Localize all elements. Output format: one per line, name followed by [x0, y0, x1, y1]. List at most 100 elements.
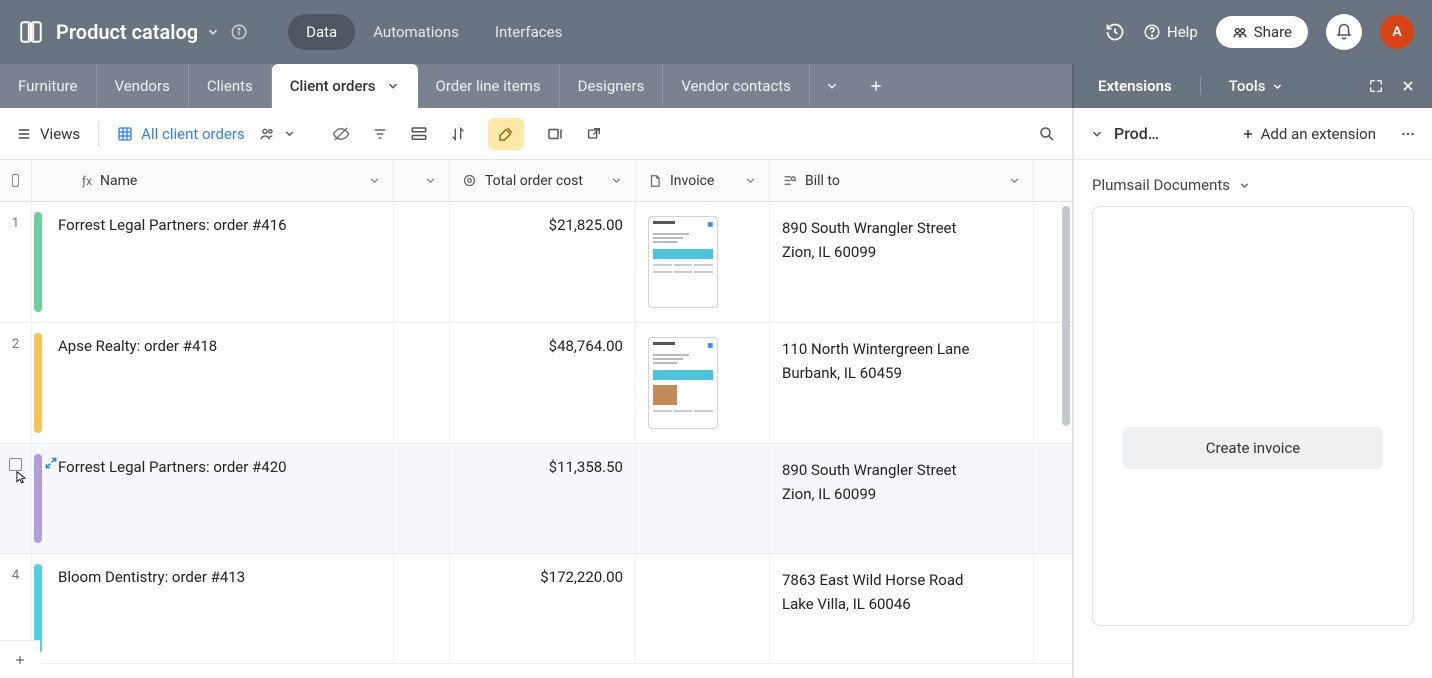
close-icon[interactable]	[1400, 78, 1416, 94]
tools-label: Tools	[1229, 77, 1266, 95]
cell-invoice[interactable]	[636, 444, 770, 553]
table-tab-vendor-contacts[interactable]: Vendor contacts	[663, 64, 810, 108]
cell-cost[interactable]: $172,220.00	[450, 554, 636, 663]
column-label: Name	[100, 173, 137, 189]
cell-billto[interactable]: 890 South Wrangler Street Zion, IL 60099	[770, 202, 1034, 322]
bill-line-1: 890 South Wrangler Street	[782, 458, 1021, 482]
more-icon[interactable]	[1400, 126, 1416, 142]
cell-spacer[interactable]	[394, 323, 450, 443]
column-collapsed[interactable]	[394, 160, 450, 201]
table-tab-client-orders[interactable]: Client orders	[272, 64, 418, 108]
cell-name[interactable]: Forrest Legal Partners: order #416	[46, 202, 394, 322]
share-view-icon[interactable]	[586, 126, 602, 142]
cell-name[interactable]: Forrest Legal Partners: order #420	[46, 444, 394, 553]
row-color-bar	[34, 333, 42, 433]
base-title[interactable]: Product catalog	[56, 20, 198, 44]
search-icon[interactable]	[1038, 125, 1056, 143]
table-tab-furniture[interactable]: Furniture	[0, 64, 97, 108]
table-tab-clients[interactable]: Clients	[189, 64, 272, 108]
cell-invoice[interactable]: ▣	[636, 202, 770, 322]
row-height-icon[interactable]	[546, 125, 564, 143]
filter-icon[interactable]	[372, 126, 388, 142]
column-billto[interactable]: Bill to	[770, 160, 1034, 201]
top-tabs: Data Automations Interfaces	[288, 14, 580, 50]
color-icon[interactable]	[488, 118, 524, 150]
row-color-bar	[34, 212, 42, 312]
invoice-thumbnail[interactable]: ▣	[648, 216, 718, 308]
table-tab-designers[interactable]: Designers	[560, 64, 664, 108]
collapse-icon[interactable]	[1090, 127, 1104, 141]
cell-invoice[interactable]	[636, 554, 770, 663]
table-tab-vendors[interactable]: Vendors	[97, 64, 189, 108]
info-icon[interactable]	[230, 23, 248, 41]
row-checkbox[interactable]	[0, 444, 32, 553]
toolbar-icons	[332, 118, 602, 150]
base-chevron-icon[interactable]	[206, 25, 220, 39]
cell-billto[interactable]: 110 North Wintergreen Lane Burbank, IL 6…	[770, 323, 1034, 443]
extensions-tab[interactable]: Extensions	[1090, 77, 1180, 95]
sort-icon[interactable]	[450, 126, 466, 142]
chevron-down-icon[interactable]	[744, 174, 757, 187]
cell-name[interactable]: Bloom Dentistry: order #413	[46, 554, 394, 663]
cell-billto[interactable]: 890 South Wrangler Street Zion, IL 60099	[770, 444, 1034, 553]
chevron-down-icon	[386, 79, 400, 93]
avatar[interactable]: A	[1380, 15, 1414, 49]
invoice-thumbnail[interactable]: ▣	[648, 337, 718, 429]
extensions-panel: Prod… Add an extension Plumsail Document…	[1072, 108, 1432, 678]
create-invoice-button[interactable]: Create invoice	[1123, 427, 1383, 469]
hide-fields-icon[interactable]	[332, 125, 350, 143]
extensions-header: Extensions Tools	[1072, 64, 1432, 108]
bill-line-2: Zion, IL 60099	[782, 240, 1021, 264]
expand-record-icon[interactable]	[44, 456, 58, 470]
group-icon[interactable]	[410, 125, 428, 143]
extension-name-dropdown[interactable]: Plumsail Documents	[1092, 176, 1414, 194]
chevron-down-icon[interactable]	[610, 174, 623, 187]
cell-billto[interactable]: 7863 East Wild Horse Road Lake Villa, IL…	[770, 554, 1034, 663]
tables-overflow-button[interactable]	[810, 64, 854, 108]
lookup-icon	[782, 173, 797, 188]
view-picker[interactable]: All client orders	[117, 125, 296, 143]
chevron-down-icon[interactable]	[368, 174, 381, 187]
cell-spacer[interactable]	[394, 444, 450, 553]
view-name: All client orders	[141, 125, 245, 143]
tools-tab[interactable]: Tools	[1221, 77, 1293, 95]
cell-spacer[interactable]	[394, 202, 450, 322]
cell-spacer[interactable]	[394, 554, 450, 663]
book-icon	[18, 19, 44, 45]
chevron-down-icon[interactable]	[424, 174, 437, 187]
tab-interfaces[interactable]: Interfaces	[477, 14, 580, 50]
row-number[interactable]: 2	[0, 323, 32, 443]
cell-cost[interactable]: $48,764.00	[450, 323, 636, 443]
column-invoice[interactable]: Invoice	[636, 160, 770, 201]
cell-invoice[interactable]: ▣	[636, 323, 770, 443]
extension-card: Create invoice	[1092, 206, 1414, 626]
table-tab-order-line-items[interactable]: Order line items	[418, 64, 560, 108]
help-button[interactable]: Help	[1143, 23, 1198, 41]
tab-data[interactable]: Data	[288, 14, 355, 50]
column-headers: ƒx Name Total order cost	[0, 160, 1072, 202]
panel-title[interactable]: Prod…	[1114, 124, 1159, 143]
cell-cost[interactable]: $11,358.50	[450, 444, 636, 553]
tab-automations[interactable]: Automations	[355, 14, 477, 50]
history-icon[interactable]	[1105, 22, 1125, 42]
table-row[interactable]: 1 Forrest Legal Partners: order #416 $21…	[0, 202, 1072, 323]
table-row[interactable]: 4 Bloom Dentistry: order #413 $172,220.0…	[0, 554, 1072, 664]
table-row[interactable]: 2 Apse Realty: order #418 $48,764.00 ▣ 1…	[0, 323, 1072, 444]
chevron-down-icon	[283, 127, 296, 140]
chevron-down-icon[interactable]	[1008, 174, 1021, 187]
expand-icon[interactable]	[1368, 78, 1384, 94]
column-name[interactable]: ƒx Name	[32, 160, 394, 201]
cell-name[interactable]: Apse Realty: order #418	[46, 323, 394, 443]
share-label: Share	[1254, 23, 1292, 41]
add-table-button[interactable]	[854, 64, 898, 108]
share-button[interactable]: Share	[1216, 16, 1308, 48]
views-button[interactable]: Views	[16, 125, 80, 143]
row-number[interactable]: 1	[0, 202, 32, 322]
add-row-button[interactable]	[0, 640, 40, 678]
select-all-checkbox[interactable]	[0, 160, 32, 201]
column-cost[interactable]: Total order cost	[450, 160, 636, 201]
add-extension-button[interactable]: Add an extension	[1241, 125, 1376, 143]
table-row[interactable]: Forrest Legal Partners: order #420 $11,3…	[0, 444, 1072, 554]
cell-cost[interactable]: $21,825.00	[450, 202, 636, 322]
notifications-button[interactable]	[1326, 14, 1362, 50]
